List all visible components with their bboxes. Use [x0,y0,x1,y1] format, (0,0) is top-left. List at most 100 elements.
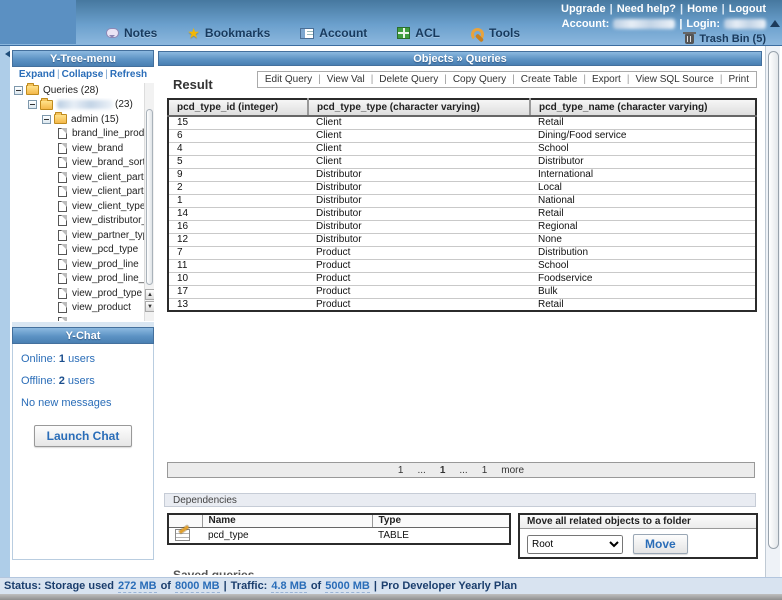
tree-scrollbar[interactable]: ▲ ▼ [144,83,154,321]
pagination-item-1-0[interactable]: 1 [398,465,404,476]
tree-item-view-client-partne[interactable]: view_client_partne [12,170,154,185]
pagination-item-1-4[interactable]: 1 [482,465,488,476]
tree-item-view-brand[interactable]: view_brand [12,141,154,156]
account-line: Account: | Login: [561,18,766,30]
sidebar-collapse-strip[interactable] [0,46,10,594]
nav-item-bookmarks[interactable]: ★Bookmarks [187,26,270,40]
toolbar-edit-query[interactable]: Edit Query [265,74,312,85]
trash-icon [685,34,694,44]
table-row[interactable]: 16DistributorRegional [168,220,756,233]
table-row[interactable]: 7ProductDistribution [168,246,756,259]
column-header-pcd-type-id[interactable]: pcd_type_id (integer) [168,99,308,116]
storage-total-link[interactable]: 8000 MB [175,580,220,593]
storage-used-link[interactable]: 272 MB [118,580,157,593]
tree-action-expand[interactable]: Expand [19,69,55,80]
tree-folder-queries-28[interactable]: Queries (28) [12,83,154,98]
top-link-upgrade[interactable]: Upgrade [561,3,606,15]
tree-item-view-prod-line-so[interactable]: view_prod_line_so [12,272,154,287]
collapse-expander-icon[interactable] [14,86,23,95]
table-cell: 5 [168,155,308,168]
toolbar-view-sql-source[interactable]: View SQL Source [635,74,713,85]
toolbar-copy-query[interactable]: Copy Query [453,74,506,85]
pagination-item--3[interactable]: ... [459,465,467,476]
tree-item-view-product[interactable]: view_product [12,301,154,316]
tree-item-view-brand-sort[interactable]: view_brand_sort [12,156,154,171]
table-row[interactable]: 11ProductSchool [168,259,756,272]
table-cell: 1 [168,194,308,207]
tree-scrollbar-thumb[interactable] [146,109,153,285]
table-cell: 12 [168,233,308,246]
move-button[interactable]: Move [633,534,688,554]
toolbar-print[interactable]: Print [728,74,749,85]
dependency-row[interactable]: pcd_typeTABLE [168,527,510,544]
table-row[interactable]: 5ClientDistributor [168,155,756,168]
traffic-label: Traffic: [231,580,268,592]
top-link-logout[interactable]: Logout [729,3,766,15]
folder-select[interactable]: Root [527,535,623,554]
tree-item-label: view_prod_line [72,259,139,270]
nav-item-notes[interactable]: Notes [106,26,157,40]
trash-bin-link[interactable]: Trash Bin (5) [561,33,766,45]
table-cell: Distributor [308,233,530,246]
top-link-need-help[interactable]: Need help? [617,3,676,15]
column-header-pcd-type-type[interactable]: pcd_type_type (character varying) [308,99,530,116]
folder-icon [40,100,53,110]
toolbar-delete-query[interactable]: Delete Query [379,74,438,85]
pagination-item-more-5[interactable]: more [501,465,524,476]
table-row[interactable]: 12DistributorNone [168,233,756,246]
nav-item-acl[interactable]: ACL [397,26,440,40]
notes-icon [106,28,119,38]
tree-folder-23[interactable]: (23) [12,98,154,113]
launch-chat-button[interactable]: Launch Chat [34,425,133,447]
tree-item-label: view_distributor_ty [72,215,154,226]
table-row[interactable]: 17ProductBulk [168,285,756,298]
table-row[interactable]: 1DistributorNational [168,194,756,207]
table-cell: International [530,168,756,181]
file-icon [58,244,67,255]
tree-item-view-partner-type[interactable]: view_partner_type [12,228,154,243]
tree-item-view-client-type[interactable]: view_client_type [12,199,154,214]
nav-item-account[interactable]: Account [300,26,367,40]
scroll-up-arrow-icon[interactable] [770,15,780,27]
tree-item-view-prod-line[interactable]: view_prod_line [12,257,154,272]
tree-item-brand-line-prod[interactable]: brand_line_prod [12,127,154,142]
collapse-expander-icon[interactable] [28,100,37,109]
toolbar-export[interactable]: Export [592,74,621,85]
tree-item-view-pcd-type[interactable]: view_pcd_type [12,243,154,258]
tree-item-view-distributor-ty[interactable]: view_distributor_ty [12,214,154,229]
login-label: Login: [686,18,720,30]
of-word-2: of [311,580,321,592]
tree-item-partial [12,315,154,321]
column-header-pcd-type-name[interactable]: pcd_type_name (character varying) [530,99,756,116]
traffic-used-link[interactable]: 4.8 MB [271,580,306,593]
tree-item-view-prod-type[interactable]: view_prod_type [12,286,154,301]
tree-scroll-down-button[interactable]: ▼ [145,301,154,312]
table-row[interactable]: 13ProductRetail [168,298,756,311]
result-table: pcd_type_id (integer)pcd_type_type (char… [167,98,757,312]
tree-action-collapse[interactable]: Collapse [62,69,104,80]
folder-icon [26,85,39,95]
table-row[interactable]: 15ClientRetail [168,116,756,129]
pagination-item--1[interactable]: ... [417,465,425,476]
table-row[interactable]: 6ClientDining/Food service [168,129,756,142]
nav-item-tools[interactable]: Tools [470,26,520,40]
top-link-home[interactable]: Home [687,3,718,15]
traffic-total-link[interactable]: 5000 MB [325,580,370,593]
collapse-expander-icon[interactable] [42,115,51,124]
table-row[interactable]: 10ProductFoodservice [168,272,756,285]
table-row[interactable]: 2DistributorLocal [168,181,756,194]
table-row[interactable]: 9DistributorInternational [168,168,756,181]
tree-folder-admin-15[interactable]: admin (15) [12,112,154,127]
table-row[interactable]: 4ClientSchool [168,142,756,155]
main-scrollbar-thumb[interactable] [768,51,779,549]
toolbar-create-table[interactable]: Create Table [521,74,578,85]
table-row[interactable]: 14DistributorRetail [168,207,756,220]
main-scrollbar[interactable] [765,46,780,594]
tree-scroll-up-button[interactable]: ▲ [145,289,154,300]
file-icon [58,172,67,183]
toolbar-view-val[interactable]: View Val [327,74,365,85]
table-edit-icon[interactable] [175,529,190,541]
separator: | [371,74,374,85]
tree-action-refresh[interactable]: Refresh [110,69,147,80]
tree-item-view-client-partne[interactable]: view_client_partne [12,185,154,200]
